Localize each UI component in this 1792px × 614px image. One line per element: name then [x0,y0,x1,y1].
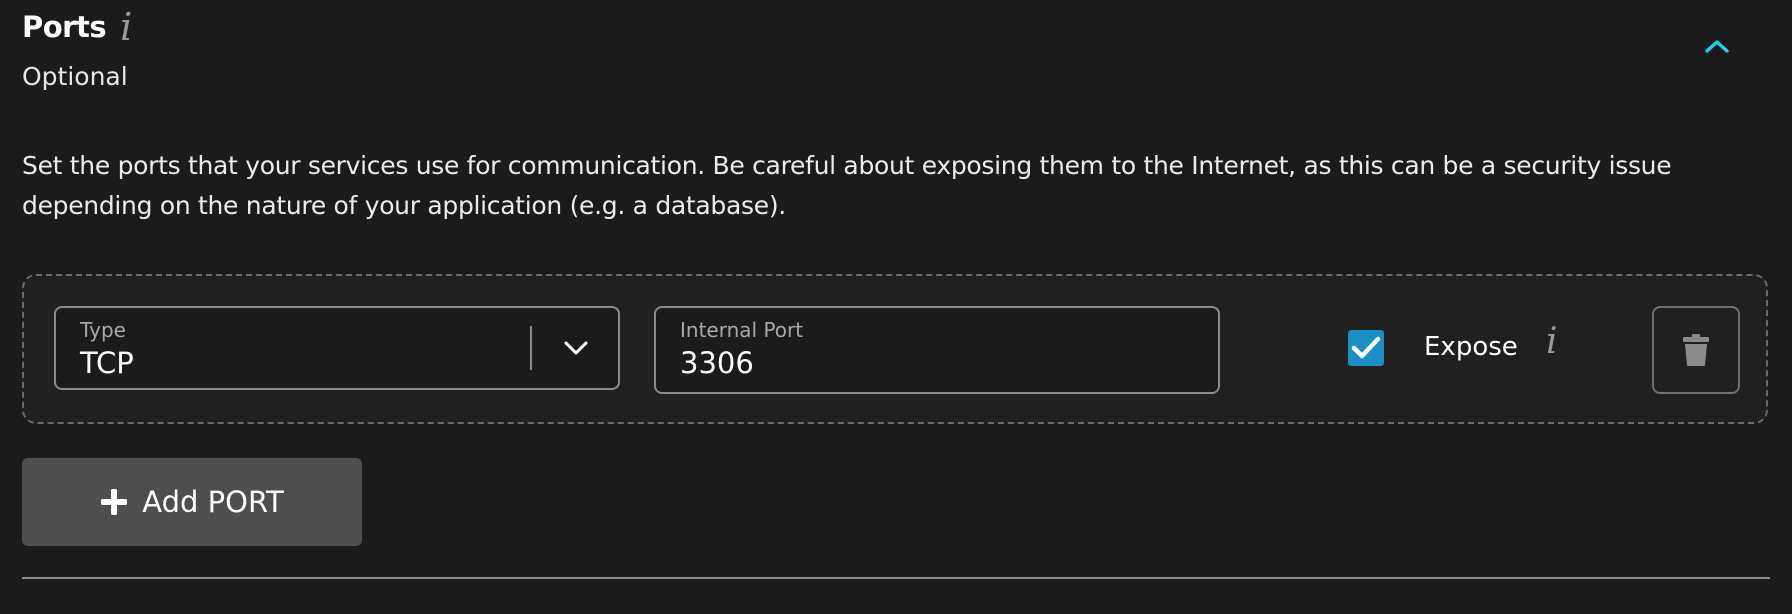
add-port-label: Add PORT [142,485,284,519]
type-value: TCP [80,346,134,380]
port-row: Type TCP Internal Port 3306 Expose i [22,274,1768,424]
section-subtitle: Optional [22,62,128,91]
section-description: Set the ports that your services use for… [22,151,1672,220]
add-port-button[interactable]: Add PORT [22,458,362,546]
type-select[interactable]: Type TCP [54,306,620,390]
select-divider [530,326,532,370]
internal-port-label: Internal Port [680,318,804,342]
section-divider [22,577,1770,579]
info-icon[interactable]: i [1546,324,1558,360]
collapse-toggle-button[interactable] [1700,32,1734,60]
type-label: Type [80,318,126,342]
section-header: Ports i [22,8,132,46]
chevron-up-icon [1705,40,1729,53]
checkmark-icon [1351,336,1381,359]
internal-port-value[interactable]: 3306 [680,346,754,380]
info-icon[interactable]: i [120,8,132,46]
trash-icon [1683,334,1709,366]
internal-port-field[interactable]: Internal Port 3306 [654,306,1220,394]
section-title: Ports [22,10,107,44]
delete-port-button[interactable] [1652,306,1740,394]
chevron-down-icon[interactable] [556,330,596,366]
expose-label: Expose [1424,332,1518,362]
plus-icon [101,489,128,515]
expose-checkbox[interactable] [1348,330,1384,366]
